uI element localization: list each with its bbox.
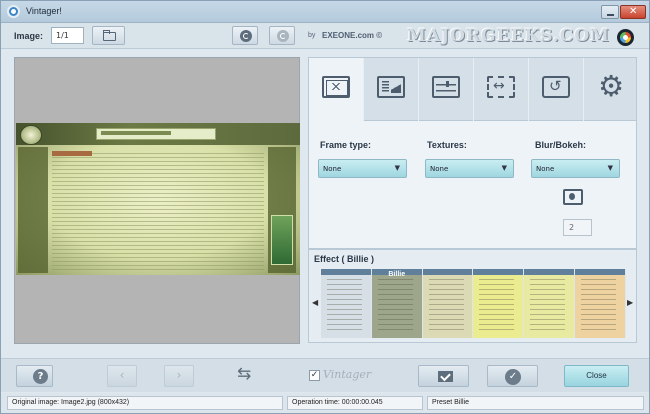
close-window-button[interactable]: ✕	[620, 5, 646, 19]
textures-value: None	[430, 165, 449, 173]
bottom-bar: ? ‹ › ⇆ ✓ Vintager ✓ Close	[1, 358, 649, 392]
window-title: Vintager!	[26, 6, 62, 16]
shuffle-icon[interactable]: ⇆	[237, 366, 251, 383]
scroll-left-icon[interactable]: ◀	[312, 298, 318, 307]
app-icon	[7, 5, 20, 18]
effect-thumbnail[interactable]	[321, 269, 372, 338]
effect-strip: Billie	[321, 269, 626, 338]
vintager-checkbox[interactable]: ✓	[309, 370, 320, 381]
brand-by: by	[308, 32, 316, 39]
watermark: MAJORGEEKS.COM	[407, 26, 610, 46]
effect-label: Effect ( Billie )	[314, 254, 375, 264]
message-button[interactable]	[418, 365, 469, 387]
previous-button[interactable]: ‹	[107, 365, 137, 387]
check-circle-icon: ✓	[505, 369, 521, 385]
status-bar: Original image: Image2.jpg (800x432) Ope…	[1, 393, 649, 413]
tab-batch[interactable]	[529, 58, 584, 121]
app-logo-icon	[617, 29, 634, 46]
blur-select[interactable]: None ▼	[531, 159, 620, 178]
effect-thumbnail-label: Billie	[388, 271, 406, 278]
tab-adjustments[interactable]	[419, 58, 474, 121]
brand-name: EXEONE.com ©	[322, 31, 383, 40]
textures-select[interactable]: None ▼	[425, 159, 514, 178]
blur-drop-icon	[563, 189, 583, 205]
effect-thumbnail[interactable]	[473, 269, 525, 338]
help-button[interactable]: ?	[16, 365, 53, 387]
tool-tabs: ⚙	[308, 57, 637, 121]
open-image-button[interactable]	[92, 26, 125, 45]
sliders-icon	[432, 76, 460, 98]
effect-panel: Effect ( Billie ) ◀ Billie ▶	[308, 249, 637, 343]
title-bar: Vintager! ✕	[1, 1, 649, 23]
folder-open-icon	[103, 30, 116, 41]
resize-icon	[487, 76, 515, 98]
next-button[interactable]: ›	[164, 365, 194, 387]
rotate-right-button[interactable]	[269, 26, 295, 45]
status-operation-time: Operation time: 00:00:00.045	[287, 396, 423, 410]
rotate-left-button[interactable]	[232, 26, 258, 45]
frame-type-value: None	[323, 165, 342, 173]
image-preview	[14, 57, 300, 344]
blur-amount-field[interactable]: 2	[563, 219, 592, 236]
status-preset: Preset Billie	[427, 396, 644, 410]
message-icon	[438, 371, 453, 382]
options-panel: Frame type: Textures: Blur/Bokeh: None ▼ …	[308, 121, 637, 249]
blur-label: Blur/Bokeh:	[535, 140, 587, 150]
scroll-right-icon[interactable]: ▶	[627, 298, 633, 307]
minimize-button[interactable]	[601, 5, 619, 19]
frame-type-label: Frame type:	[320, 140, 372, 150]
effect-thumbnail[interactable]	[524, 269, 576, 338]
gear-icon: ⚙	[598, 69, 624, 103]
frame-icon	[322, 76, 350, 98]
tab-frames[interactable]	[309, 58, 364, 121]
effect-thumbnail[interactable]: Billie	[371, 269, 423, 338]
chevron-down-icon: ▼	[394, 164, 400, 172]
effect-thumbnail[interactable]	[422, 269, 474, 338]
app-window: Vintager! ✕ Image: 1/1 by EXEONE.com © M…	[0, 0, 650, 414]
batch-icon	[542, 76, 570, 98]
chevron-down-icon: ▼	[607, 164, 613, 172]
frame-type-select[interactable]: None ▼	[318, 159, 407, 178]
rotate-right-icon	[277, 30, 289, 42]
tab-textures[interactable]	[364, 58, 419, 121]
chevron-left-icon: ‹	[119, 368, 125, 382]
close-button[interactable]: Close	[564, 365, 629, 387]
effect-thumbnail[interactable]	[575, 269, 626, 338]
tab-settings[interactable]: ⚙	[584, 58, 639, 121]
blur-value: None	[536, 165, 555, 173]
apply-button[interactable]: ✓	[487, 365, 538, 387]
close-icon: ✕	[629, 6, 638, 17]
texture-icon	[377, 76, 405, 98]
preview-image	[16, 123, 300, 275]
status-original-image: Original image: Image2.jpg (800x432)	[7, 396, 283, 410]
image-counter-field[interactable]: 1/1	[51, 27, 84, 44]
toolbar: Image: 1/1 by EXEONE.com © MAJORGEEKS.CO…	[1, 23, 649, 49]
chevron-right-icon: ›	[176, 368, 182, 382]
vintager-logo: Vintager	[323, 368, 372, 381]
textures-label: Textures:	[427, 140, 467, 150]
rotate-left-icon	[240, 30, 252, 42]
chevron-down-icon: ▼	[501, 164, 507, 172]
tab-resize[interactable]	[474, 58, 529, 121]
help-icon: ?	[33, 369, 48, 384]
image-label: Image:	[14, 31, 44, 41]
